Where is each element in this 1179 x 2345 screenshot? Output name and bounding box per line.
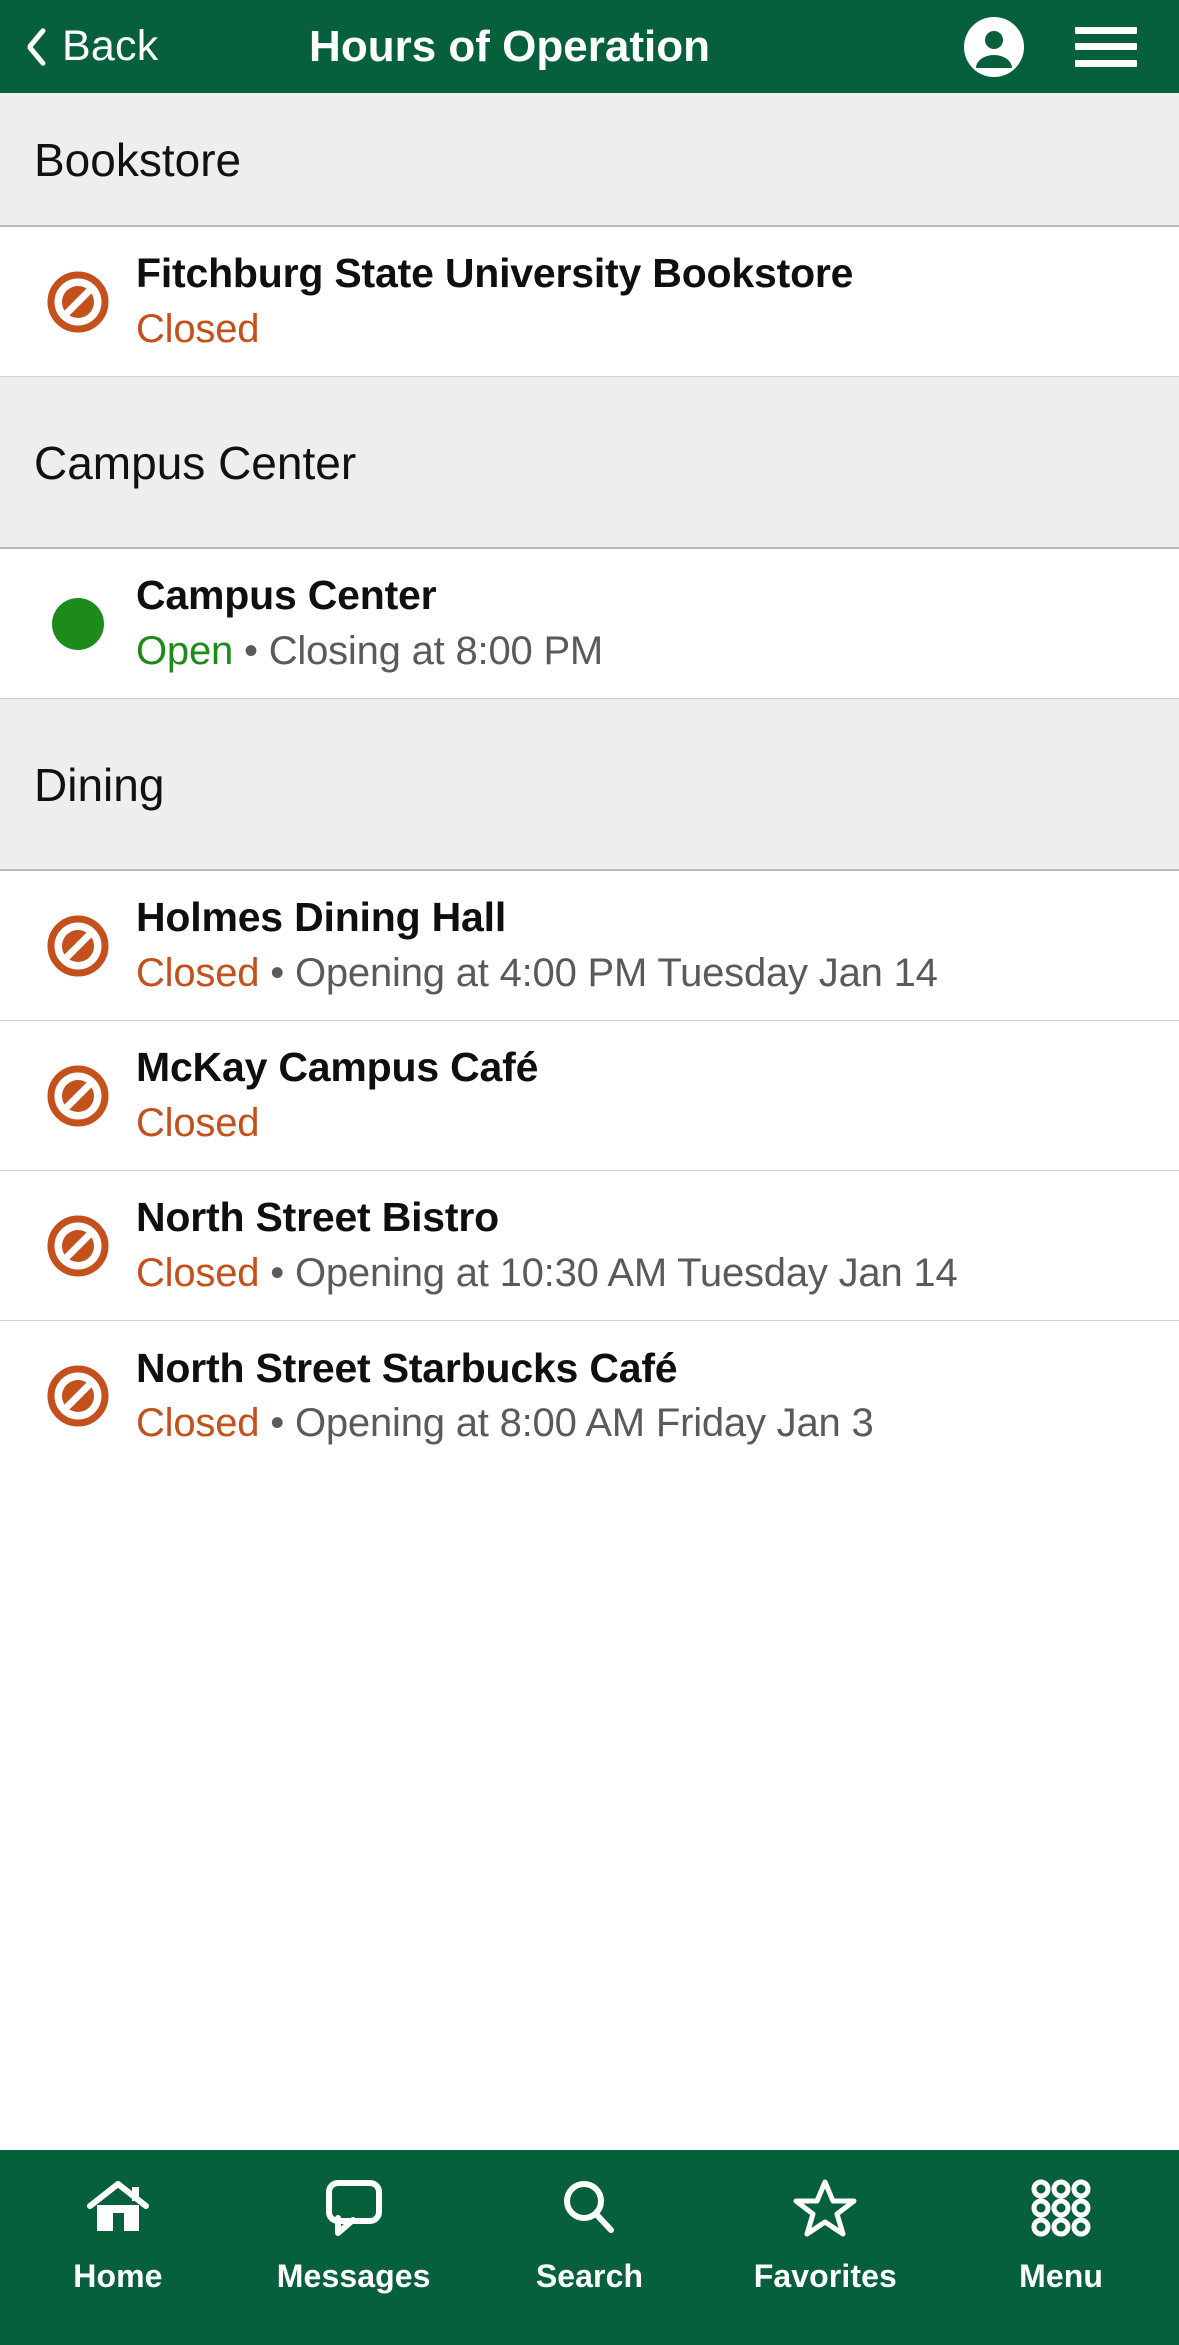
status-badge: Closed (136, 306, 260, 351)
nav-item-search[interactable]: Search (472, 2172, 708, 2295)
hamburger-line (1075, 59, 1137, 67)
list-item-title: Campus Center (136, 572, 437, 619)
status-badge: Closed (136, 1401, 260, 1446)
list-item-title: Holmes Dining Hall (136, 894, 507, 941)
closed-prohibition-icon (34, 271, 122, 333)
section-header-bookstore: Bookstore (0, 93, 1179, 227)
list-item-status: Open • Closing at 8:00 PM (136, 626, 1149, 676)
list-item-detail: Closing at 8:00 PM (268, 628, 604, 673)
nav-item-favorites[interactable]: Favorites (707, 2172, 943, 2295)
status-badge: Open (136, 628, 234, 673)
open-status-dot (52, 597, 104, 650)
list-item-body: McKay Campus Café Closed (122, 1043, 1149, 1147)
status-separator: • (259, 950, 295, 995)
account-circle-icon[interactable] (963, 16, 1025, 78)
bottom-navigation-bar: Home Messages Search Favorites Menu (0, 2150, 1179, 2345)
nav-label-menu: Menu (1019, 2258, 1104, 2294)
list-item-status: Closed • Opening at 8:00 AM Friday Jan 3 (136, 1398, 1149, 1448)
nav-label-home: Home (73, 2258, 163, 2294)
nav-item-menu[interactable]: Menu (943, 2172, 1179, 2295)
nav-label-favorites: Favorites (753, 2258, 897, 2294)
list-item-title: Fitchburg State University Bookstore (136, 250, 854, 297)
open-dot-icon (34, 597, 122, 650)
list-item-body: Campus Center Open • Closing at 8:00 PM (122, 571, 1149, 675)
closed-prohibition-icon (34, 1365, 122, 1427)
list-item[interactable]: McKay Campus Café Closed (0, 1021, 1179, 1171)
message-bubble-icon (323, 2172, 385, 2244)
status-separator: • (259, 1401, 295, 1446)
list-item[interactable]: Campus Center Open • Closing at 8:00 PM (0, 549, 1179, 699)
status-separator: • (233, 628, 269, 673)
status-separator: • (259, 1250, 295, 1295)
list-item[interactable]: Fitchburg State University Bookstore Clo… (0, 227, 1179, 377)
list-item-body: North Street Starbucks Café Closed • Ope… (122, 1344, 1149, 1448)
closed-prohibition-icon (34, 915, 122, 977)
status-badge: Closed (136, 1100, 260, 1145)
list-item-detail: Opening at 8:00 AM Friday Jan 3 (294, 1401, 874, 1446)
header-actions (963, 16, 1137, 78)
list-item[interactable]: Holmes Dining Hall Closed • Opening at 4… (0, 871, 1179, 1021)
grid-menu-icon (1028, 2172, 1094, 2244)
list-item-status: Closed (136, 304, 1149, 354)
list-item-title: McKay Campus Café (136, 1044, 539, 1091)
status-badge: Closed (136, 1250, 260, 1295)
list-item[interactable]: North Street Bistro Closed • Opening at … (0, 1171, 1179, 1321)
list-item-status: Closed • Opening at 4:00 PM Tuesday Jan … (136, 948, 1149, 998)
list-item[interactable]: North Street Starbucks Café Closed • Ope… (0, 1321, 1179, 1471)
nav-label-messages: Messages (276, 2258, 431, 2294)
section-header-campus-center: Campus Center (0, 377, 1179, 549)
status-badge: Closed (136, 950, 260, 995)
closed-prohibition-icon (34, 1065, 122, 1127)
list-item-status: Closed • Opening at 10:30 AM Tuesday Jan… (136, 1248, 1149, 1298)
hamburger-line (1075, 43, 1137, 50)
list-item-title: North Street Bistro (136, 1194, 499, 1241)
list-item-body: Holmes Dining Hall Closed • Opening at 4… (122, 893, 1149, 997)
nav-item-messages[interactable]: Messages (236, 2172, 472, 2295)
list-item-detail: Opening at 4:00 PM Tuesday Jan 14 (294, 950, 938, 995)
app-root: Back Hours of Operation Bookstore Fitchb… (0, 0, 1179, 2345)
list-item-detail: Opening at 10:30 AM Tuesday Jan 14 (294, 1250, 958, 1295)
star-icon (793, 2172, 857, 2244)
chevron-left-icon (18, 23, 48, 71)
back-button[interactable]: Back (18, 22, 158, 71)
home-icon (85, 2172, 151, 2244)
list-item-status: Closed (136, 1098, 1149, 1148)
closed-prohibition-icon (34, 1215, 122, 1277)
app-header: Back Hours of Operation (0, 0, 1179, 93)
list-item-body: Fitchburg State University Bookstore Clo… (122, 249, 1149, 353)
nav-item-home[interactable]: Home (0, 2172, 236, 2295)
hamburger-line (1075, 26, 1137, 34)
back-button-label: Back (62, 22, 159, 70)
hamburger-menu-icon[interactable] (1075, 21, 1137, 73)
hours-list[interactable]: Bookstore Fitchburg State University Boo… (0, 93, 1179, 2150)
section-header-dining: Dining (0, 699, 1179, 871)
list-item-title: North Street Starbucks Café (136, 1344, 678, 1391)
nav-label-search: Search (535, 2258, 644, 2294)
list-item-body: North Street Bistro Closed • Opening at … (122, 1193, 1149, 1297)
search-icon (558, 2172, 620, 2244)
